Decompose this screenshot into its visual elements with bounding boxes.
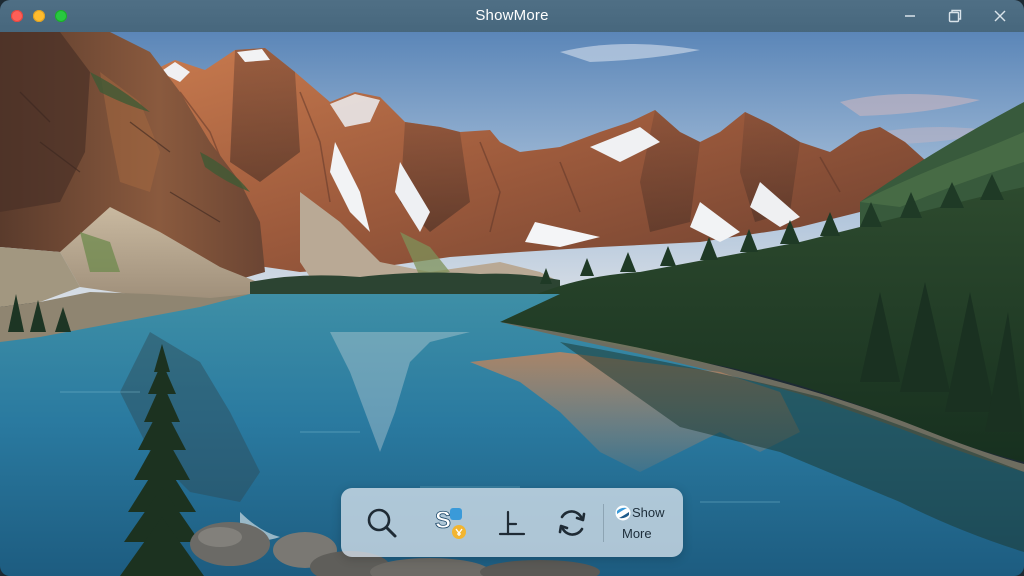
title-bar[interactable]: ShowMore xyxy=(0,0,1024,32)
pin-icon xyxy=(498,510,526,536)
window-title: ShowMore xyxy=(475,7,549,24)
restore-icon xyxy=(948,9,962,23)
translate-icon: S xyxy=(435,507,466,539)
search-button[interactable] xyxy=(361,502,403,544)
floating-toolbar: S Show More xyxy=(341,488,683,557)
showmore-logo-icon xyxy=(615,505,631,521)
brand-name-line2: More xyxy=(622,526,652,541)
brand-name-line1: Show xyxy=(632,505,665,520)
showmore-brand-button[interactable]: Show More xyxy=(613,502,675,544)
refresh-icon xyxy=(558,510,586,536)
svg-text:S: S xyxy=(435,507,451,534)
close-icon xyxy=(994,10,1006,22)
pin-button[interactable] xyxy=(491,502,533,544)
translate-button[interactable]: S xyxy=(430,502,472,544)
toolbar-divider xyxy=(603,504,604,542)
minimize-icon xyxy=(905,15,915,17)
restore-button[interactable] xyxy=(945,6,965,26)
close-button[interactable] xyxy=(990,6,1010,26)
app-window: Show More S Show More xyxy=(0,0,1024,576)
minimize-button[interactable] xyxy=(900,6,920,26)
refresh-button[interactable] xyxy=(551,502,593,544)
magnifier-icon xyxy=(367,508,397,538)
